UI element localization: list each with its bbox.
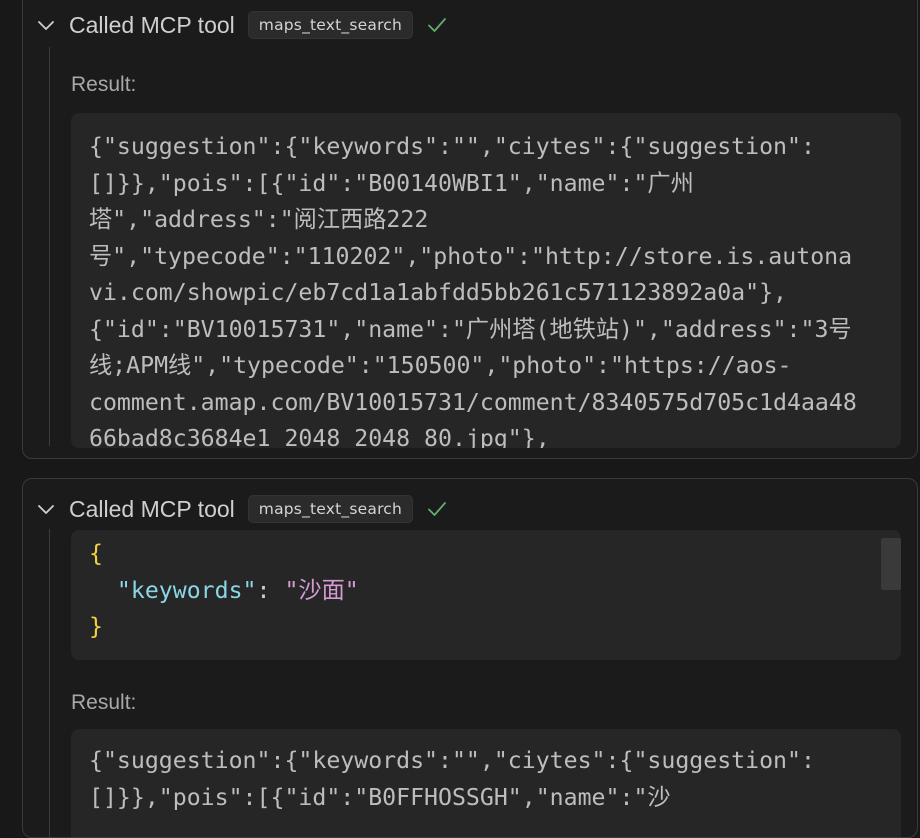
arguments-code-block[interactable]: { "keywords": "沙面" }	[71, 530, 901, 660]
checkmark-icon	[427, 500, 447, 518]
indent-rail	[49, 529, 50, 837]
args-colon: :	[256, 576, 285, 604]
tool-call-header[interactable]: Called MCP tool maps_text_search	[35, 494, 447, 524]
tool-name-badge: maps_text_search	[247, 495, 414, 523]
checkmark-icon	[427, 16, 447, 34]
tool-call-title: Called MCP tool	[69, 495, 235, 522]
result-code-block[interactable]: {"suggestion":{"keywords":"","ciytes":{"…	[71, 113, 901, 448]
result-label: Result:	[71, 73, 137, 96]
tool-call-panel: Called MCP tool maps_text_search { "keyw…	[22, 478, 918, 838]
args-line-open: {	[89, 536, 883, 573]
tool-call-title: Called MCP tool	[69, 11, 235, 38]
args-line-close: }	[89, 609, 883, 646]
args-key: "keywords"	[116, 576, 257, 604]
result-text: {"suggestion":{"keywords":"","ciytes":{"…	[89, 133, 857, 448]
result-label: Result:	[71, 691, 137, 714]
close-brace: }	[89, 613, 103, 640]
chevron-down-icon[interactable]	[35, 498, 57, 520]
chevron-down-icon[interactable]	[35, 14, 57, 36]
open-brace: {	[89, 540, 103, 567]
tool-name-badge: maps_text_search	[247, 11, 414, 39]
args-value: "沙面"	[284, 576, 359, 604]
indent-rail	[49, 47, 50, 446]
scrollbar-thumb[interactable]	[881, 538, 901, 590]
tool-call-header[interactable]: Called MCP tool maps_text_search	[35, 10, 447, 40]
tool-call-panel: Called MCP tool maps_text_search Result:…	[22, 0, 918, 459]
result-text: {"suggestion":{"keywords":"","ciytes":{"…	[89, 747, 815, 811]
args-line-keywords: "keywords": "沙面"	[89, 573, 883, 610]
